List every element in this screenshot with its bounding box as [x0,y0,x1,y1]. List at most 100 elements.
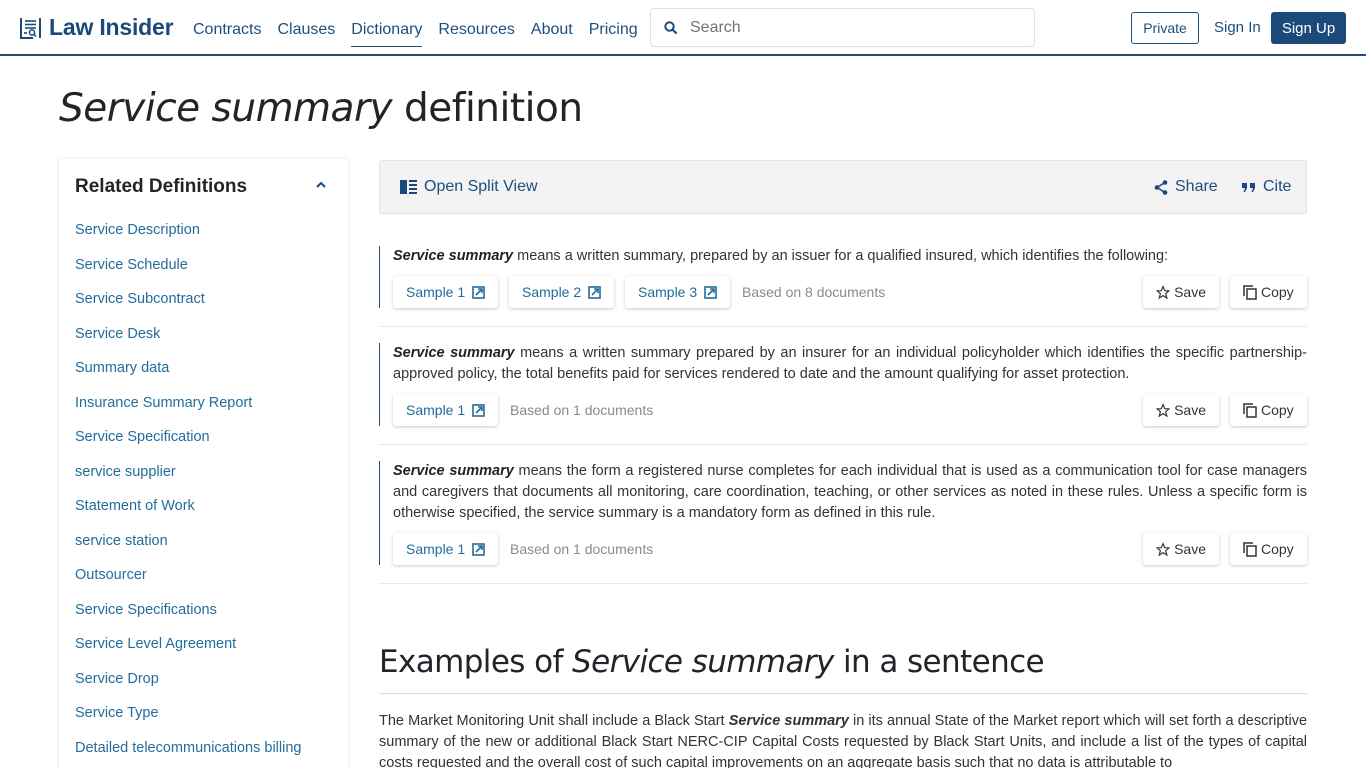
nav-resources[interactable]: Resources [438,18,514,47]
sample-label: Sample 1 [406,541,466,557]
related-definition-link[interactable]: Service Type [75,705,159,721]
save-label: Save [1174,284,1206,300]
share-button[interactable]: Share [1154,178,1218,196]
search-icon [664,20,678,34]
list-item: service supplier [75,463,301,498]
related-definition-link[interactable]: Service Subcontract [75,291,205,307]
list-item: Insurance Summary Report [75,394,301,429]
examples-heading-term: Service summary [572,644,834,680]
definition-term: Service summary [393,345,515,361]
sample-link[interactable]: Sample 1 [393,394,499,426]
list-item: Summary data [75,359,301,394]
open-split-view-label: Open Split View [424,178,538,195]
definition-body: means the form a registered nurse comple… [393,463,1308,521]
related-definition-link[interactable]: Service Schedule [75,257,188,273]
logo-text: Law Insider [49,14,174,40]
definition-item: Service summary means a written summary … [379,343,1307,426]
sample-link[interactable]: Sample 1 [393,276,499,308]
definition-actions: Sample 1 Based on 1 documents Save Copy [393,394,1307,426]
definition-actions: Sample 1 Sample 2 Sample 3 Based on 8 do… [393,276,1307,308]
related-definition-link[interactable]: Outsourcer [75,567,147,583]
star-icon [1156,402,1171,417]
page-title: Service summary definition [59,86,583,131]
star-icon [1156,284,1171,299]
sample-link[interactable]: Sample 2 [509,276,615,308]
save-label: Save [1174,541,1206,557]
star-icon [1156,541,1171,556]
sample-link[interactable]: Sample 1 [393,533,499,565]
nav-about[interactable]: About [531,18,573,47]
related-definition-link[interactable]: Service Description [75,222,200,238]
based-on-count: Based on 8 documents [742,284,886,300]
list-item: Outsourcer [75,566,301,601]
copy-label: Copy [1261,541,1294,557]
copy-button[interactable]: Copy [1230,394,1307,426]
copy-icon [1243,541,1257,557]
based-on-count: Based on 1 documents [510,541,654,557]
related-definition-link[interactable]: Service Level Agreement [75,636,236,652]
save-button[interactable]: Save [1143,394,1219,426]
list-item: service station [75,532,301,567]
definition-text: Service summary means the form a registe… [393,461,1307,524]
related-definition-link[interactable]: Service Drop [75,671,159,687]
example-before: The Market Monitoring Unit shall include… [379,713,729,729]
related-definition-link[interactable]: Service Desk [75,326,160,342]
copy-icon [1243,284,1257,300]
external-link-icon [588,285,601,299]
definition-toolbar: Open Split View Share Cite [379,160,1307,214]
divider [379,583,1307,584]
related-definition-link[interactable]: Service Specification [75,429,210,445]
sample-label: Sample 1 [406,402,466,418]
definition-body: means a written summary, prepared by an … [513,248,1169,264]
sign-in-link[interactable]: Sign In [1214,19,1261,36]
open-split-view-button[interactable]: Open Split View [400,178,538,196]
divider [379,693,1307,694]
save-button[interactable]: Save [1143,533,1219,565]
nav-dictionary[interactable]: Dictionary [351,18,423,47]
page-title-term: Service summary [59,86,393,131]
copy-icon [1243,402,1257,418]
definition-term: Service summary [393,248,514,264]
cite-button[interactable]: Cite [1242,178,1291,196]
definition-actions: Sample 1 Based on 1 documents Save Copy [393,533,1307,565]
related-definition-link[interactable]: Detailed telecommunications billing [75,740,301,756]
quote-icon [1242,183,1255,192]
examples-heading-prefix: Examples of [379,644,573,680]
related-definition-link[interactable]: Statement of Work [75,498,195,514]
search-box[interactable] [650,8,1035,47]
private-button[interactable]: Private [1131,12,1199,44]
related-definition-link[interactable]: Service Specifications [75,602,217,618]
page-title-suffix: definition [392,86,583,131]
copy-button[interactable]: Copy [1230,276,1307,308]
chevron-up-icon[interactable] [315,179,327,191]
related-definition-link[interactable]: Summary data [75,360,169,376]
sample-label: Sample 2 [522,284,582,300]
logo-link[interactable]: Law Insider [19,14,174,41]
save-label: Save [1174,402,1206,418]
nav-pricing[interactable]: Pricing [589,18,638,47]
related-definitions-list: Service Description Service Schedule Ser… [75,221,301,768]
sign-up-button[interactable]: Sign Up [1271,12,1346,44]
related-definition-link[interactable]: service station [75,533,168,549]
save-button[interactable]: Save [1143,276,1219,308]
list-item: Detailed telecommunications billing [75,739,301,768]
search-input[interactable] [690,18,1010,37]
example-term: Service summary [728,713,849,729]
law-insider-logo-icon [20,17,41,39]
nav-clauses[interactable]: Clauses [277,18,335,47]
nav-contracts[interactable]: Contracts [193,18,261,47]
site-header: Law Insider Contracts Clauses Dictionary… [0,0,1366,56]
divider [379,326,1307,327]
related-definition-link[interactable]: service supplier [75,464,176,480]
sample-label: Sample 3 [638,284,698,300]
related-definition-link[interactable]: Insurance Summary Report [75,395,252,411]
list-item: Service Drop [75,670,301,705]
definition-body: means a written summary prepared by an i… [393,345,1308,382]
sample-label: Sample 1 [406,284,466,300]
related-definitions-heading: Related Definitions [75,176,248,197]
copy-label: Copy [1261,402,1294,418]
definition-text: Service summary means a written summary,… [393,246,1307,267]
sample-link[interactable]: Sample 3 [625,276,731,308]
list-item: Service Level Agreement [75,635,301,670]
copy-button[interactable]: Copy [1230,533,1307,565]
